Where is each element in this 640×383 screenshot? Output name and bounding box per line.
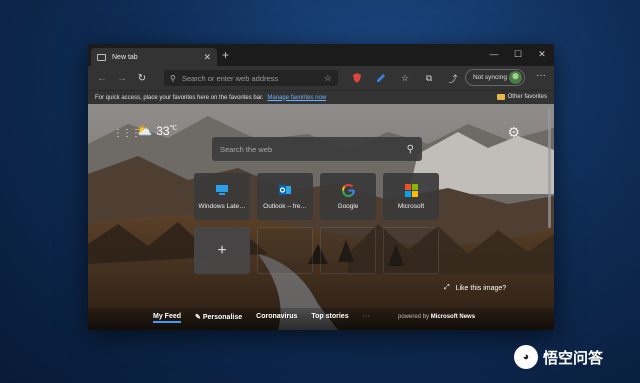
quick-links: Windows Late… Outlook – fre… Google Micr… [194,173,439,274]
tab-new-tab[interactable]: New tab ✕ [91,48,217,66]
more-options-icon[interactable]: ··· [536,70,546,81]
powered-by: powered by Microsoft News [398,314,476,320]
other-favorites[interactable]: Other favorites [496,94,547,100]
quick-link-windows-latest[interactable]: Windows Late… [194,173,250,220]
maximize-icon[interactable]: ☐ [506,44,530,66]
browser-window: New tab ✕ + — ☐ ✕ ← → ↻ ⚲ Search or ente… [88,44,554,330]
minimize-icon[interactable]: — [482,44,506,66]
like-this-image[interactable]: ⤢ Like this image? [444,284,506,292]
news-feed-bar: My Feed ✎ Personalise Coronavirus Top st… [88,308,554,330]
avatar [509,71,522,84]
quick-link-outlook[interactable]: Outlook – fre… [257,173,313,220]
empty-quick-link-slot [320,227,376,274]
microsoft-icon [404,183,418,197]
feed-tab-coronavirus[interactable]: Coronavirus [256,313,297,323]
title-bar: New tab ✕ + — ☐ ✕ [88,44,554,66]
profile-sync-button[interactable]: Not syncing [465,69,525,86]
feed-more-icon[interactable]: ··· [363,313,370,323]
search-icon[interactable]: ⚲ [407,144,414,155]
watermark: ◕ 悟空问答 [514,345,603,369]
collections-icon[interactable]: ⧉ [418,70,440,86]
folder-icon [496,94,505,100]
address-search-icon: ⚲ [170,73,176,83]
manage-favorites-link[interactable]: Manage favorites now [267,95,326,101]
expand-icon: ⤢ [444,284,450,291]
forward-arrow-icon[interactable]: → [112,73,132,84]
new-tab-page: ⋮⋮⋮ ⛅ 33℃ ⚙ Search the web ⚲ Windows Lat… [88,104,554,330]
close-window-icon[interactable]: ✕ [530,44,554,66]
quick-link-label: Microsoft [397,203,425,210]
weather-widget[interactable]: ⛅ 33℃ [136,123,177,139]
partly-sunny-icon: ⛅ [136,123,153,138]
extension-icons: ☆ ⧉ ⤴ [346,70,464,86]
favorites-prompt: For quick access, place your favorites h… [95,94,264,101]
windows-latest-icon [215,183,229,197]
scrollbar[interactable] [548,108,551,228]
web-search-placeholder: Search the web [220,144,273,154]
quick-link-label: Google [337,203,359,210]
page-settings-gear-icon[interactable]: ⚙ [507,124,520,141]
sync-status-label: Not syncing [473,74,507,81]
address-placeholder: Search or enter web address [181,73,279,83]
like-image-label: Like this image? [455,284,507,292]
add-quick-link-button[interactable]: + [194,227,250,274]
favorites-icon[interactable]: ☆ [394,70,416,86]
google-icon [341,183,355,197]
extension-pen-icon[interactable] [370,70,392,86]
new-tab-plus-icon[interactable]: + [222,48,229,62]
feed-tab-personalise[interactable]: ✎ Personalise [195,313,242,323]
extension-shield-icon[interactable] [346,70,368,86]
tab-title: New tab [112,53,138,61]
refresh-icon[interactable]: ↻ [132,73,152,84]
back-arrow-icon[interactable]: ← [92,73,112,84]
quick-link-microsoft[interactable]: Microsoft [383,173,439,220]
empty-quick-link-slot [383,227,439,274]
watermark-text: 悟空问答 [543,349,604,367]
tab-close-icon[interactable]: ✕ [203,52,211,63]
share-icon[interactable]: ⤴ [442,70,464,86]
empty-quick-link-slot [257,227,313,274]
add-favorite-star-icon[interactable]: ☆ [324,73,332,84]
quick-link-label: Windows Late… [198,203,246,210]
window-controls: — ☐ ✕ [482,44,554,66]
watermark-logo-icon: ◕ [514,345,538,369]
feed-tab-top-stories[interactable]: Top stories [311,313,348,323]
other-favorites-label: Other favorites [507,94,547,100]
outlook-icon [278,183,292,197]
web-search-box[interactable]: Search the web ⚲ [212,137,422,161]
plus-icon: + [217,241,227,259]
new-tab-favicon-icon [97,53,106,61]
quick-link-label: Outlook – fre… [263,203,307,210]
weather-temp: 33℃ [156,124,178,138]
feed-tab-my-feed[interactable]: My Feed [153,313,182,323]
toolbar: ← → ↻ ⚲ Search or enter web address ☆ ☆ … [88,66,554,90]
quick-link-google[interactable]: Google [320,173,376,220]
favorites-bar: For quick access, place your favorites h… [88,90,554,104]
address-bar[interactable]: ⚲ Search or enter web address ☆ [164,70,338,86]
